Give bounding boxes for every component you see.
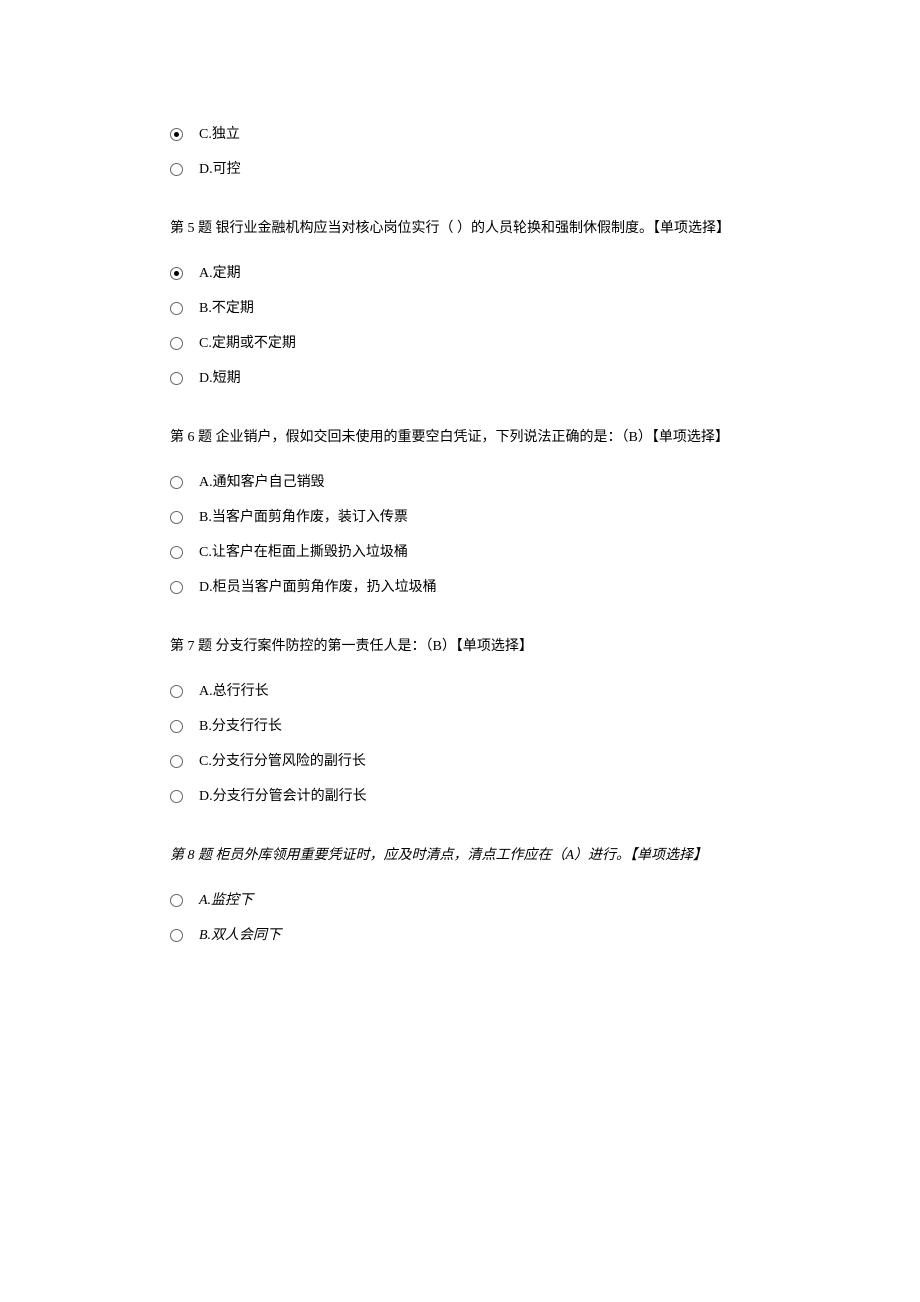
option[interactable]: D.可控 (170, 159, 750, 180)
option[interactable]: A.定期 (170, 263, 750, 284)
radio-button[interactable] (170, 720, 183, 733)
radio-button[interactable] (170, 546, 183, 559)
radio-button[interactable] (170, 476, 183, 489)
option-label: B.当客户面剪角作废，装订入传票 (199, 507, 408, 528)
option[interactable]: A.监控下 (170, 890, 750, 911)
option[interactable]: A.总行行长 (170, 681, 750, 702)
option-label: B.双人会同下 (199, 925, 281, 946)
option-label: B.分支行行长 (199, 716, 282, 737)
radio-button[interactable] (170, 929, 183, 942)
radio-button-selected[interactable] (170, 267, 183, 280)
radio-button[interactable] (170, 163, 183, 176)
option[interactable]: B.双人会同下 (170, 925, 750, 946)
option[interactable]: C.让客户在柜面上撕毁扔入垃圾桶 (170, 542, 750, 563)
option-label: D.可控 (199, 159, 241, 180)
radio-button[interactable] (170, 790, 183, 803)
option-label: A.监控下 (199, 890, 253, 911)
question-6: 第 6 题 企业销户，假如交回未使用的重要空白凭证，下列说法正确的是：（B）【单… (170, 427, 750, 448)
option[interactable]: C.定期或不定期 (170, 333, 750, 354)
option-label: D.短期 (199, 368, 241, 389)
option[interactable]: D.短期 (170, 368, 750, 389)
option[interactable]: D.分支行分管会计的副行长 (170, 786, 750, 807)
option[interactable]: D.柜员当客户面剪角作废，扔入垃圾桶 (170, 577, 750, 598)
radio-button-selected[interactable] (170, 128, 183, 141)
radio-button[interactable] (170, 581, 183, 594)
radio-button[interactable] (170, 755, 183, 768)
option-label: C.分支行分管风险的副行长 (199, 751, 366, 772)
option-label: D.柜员当客户面剪角作废，扔入垃圾桶 (199, 577, 437, 598)
question-7: 第 7 题 分支行案件防控的第一责任人是：（B）【单项选择】 (170, 636, 750, 657)
option-label: B.不定期 (199, 298, 254, 319)
radio-button[interactable] (170, 337, 183, 350)
option-label: C.独立 (199, 124, 240, 145)
option-label: A.定期 (199, 263, 241, 284)
radio-button[interactable] (170, 894, 183, 907)
option[interactable]: C.分支行分管风险的副行长 (170, 751, 750, 772)
option-label: C.让客户在柜面上撕毁扔入垃圾桶 (199, 542, 408, 563)
option-label: D.分支行分管会计的副行长 (199, 786, 367, 807)
radio-button[interactable] (170, 372, 183, 385)
option[interactable]: B.不定期 (170, 298, 750, 319)
option[interactable]: B.分支行行长 (170, 716, 750, 737)
question-8: 第 8 题 柜员外库领用重要凭证时，应及时清点，清点工作应在（A）进行。【单项选… (170, 845, 750, 866)
option[interactable]: A.通知客户自己销毁 (170, 472, 750, 493)
option[interactable]: C.独立 (170, 124, 750, 145)
option-label: A.总行行长 (199, 681, 269, 702)
question-5: 第 5 题 银行业金融机构应当对核心岗位实行（ ）的人员轮换和强制休假制度。【单… (170, 218, 750, 239)
radio-button[interactable] (170, 302, 183, 315)
option[interactable]: B.当客户面剪角作废，装订入传票 (170, 507, 750, 528)
option-label: C.定期或不定期 (199, 333, 296, 354)
radio-button[interactable] (170, 685, 183, 698)
option-label: A.通知客户自己销毁 (199, 472, 325, 493)
radio-button[interactable] (170, 511, 183, 524)
